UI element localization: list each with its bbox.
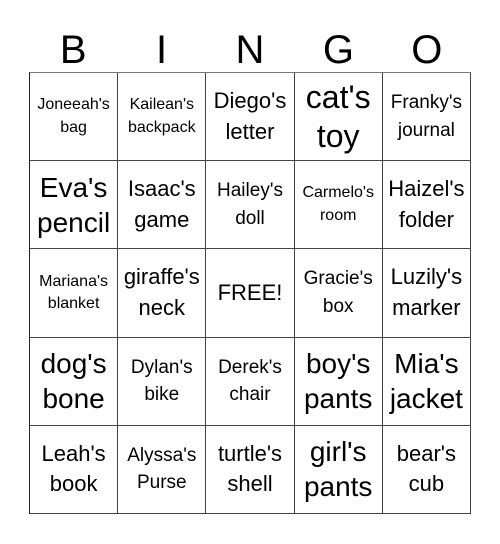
bingo-cell[interactable]: Diego's letter — [206, 73, 295, 162]
bingo-cell-label: turtle's shell — [217, 440, 283, 497]
bingo-cell-label: Diego's letter — [213, 87, 287, 144]
bingo-cell[interactable]: Carmelo's room — [294, 161, 383, 250]
header-letter-o: O — [411, 28, 443, 72]
bingo-cell-label: Leah's book — [41, 440, 106, 497]
bingo-cell[interactable]: giraffe's neck — [118, 249, 207, 338]
bingo-cell-label: girl's pants — [303, 436, 373, 503]
bingo-cell-label: bear's cub — [396, 440, 456, 497]
bingo-cell[interactable]: Luzily's marker — [382, 249, 471, 338]
bingo-cell-label: Mariana's blanket — [39, 272, 109, 312]
bingo-cell-label: Mia's jacket — [389, 348, 463, 415]
bingo-cell[interactable]: Franky's journal — [382, 73, 471, 162]
bingo-cell[interactable]: Derek's chair — [206, 337, 295, 426]
bingo-cell[interactable]: cat's toy — [294, 73, 383, 162]
header-letter-n: N — [235, 28, 265, 72]
bingo-cell[interactable]: Leah's book — [30, 425, 119, 514]
bingo-cell[interactable]: Mariana's blanket — [30, 249, 119, 338]
bingo-card-grid: Joneeah's bag Kailean's backpack Diego's l… — [29, 72, 471, 514]
bingo-cell[interactable]: Haizel's folder — [382, 161, 471, 250]
bingo-cell-label: Carmelo's room — [302, 184, 374, 224]
bingo-cell-label: Luzily's marker — [390, 264, 463, 320]
bingo-cell[interactable]: bear's cub — [382, 425, 471, 514]
bingo-cell-label: Joneeah's bag — [37, 96, 110, 136]
bingo-cell[interactable]: dog's bone — [30, 337, 119, 426]
bingo-cell-label: FREE! — [217, 279, 283, 305]
bingo-cell-label: boy's pants — [303, 348, 373, 415]
bingo-cell[interactable]: boy's pants — [294, 337, 383, 426]
bingo-cell[interactable]: Eva's pencil — [30, 161, 119, 250]
bingo-cell-label: Kailean's backpack — [127, 96, 196, 136]
bingo-cell[interactable]: Dylan's bike — [118, 337, 207, 426]
bingo-cell-label: Haizel's folder — [388, 175, 465, 232]
bingo-cell-label: Isaac's game — [127, 175, 196, 232]
bingo-cell-label: Eva's pencil — [37, 171, 111, 238]
bingo-cell[interactable]: turtle's shell — [206, 425, 295, 514]
bingo-cell-label: giraffe's neck — [123, 264, 200, 320]
bingo-cell-label: Alyssa's Purse — [127, 444, 197, 494]
bingo-cell-label: Hailey's doll — [217, 180, 283, 229]
bingo-cell[interactable]: Hailey's doll — [206, 161, 295, 250]
bingo-cell-label: Gracie's box — [303, 268, 373, 317]
bingo-cell[interactable]: Gracie's box — [294, 249, 383, 338]
bingo-cell-label: dog's bone — [40, 348, 107, 415]
bingo-cell-label: Derek's chair — [218, 356, 282, 406]
bingo-cell[interactable]: Mia's jacket — [382, 337, 471, 426]
bingo-cell-label: cat's toy — [305, 79, 371, 154]
bingo-cell-label: Franky's journal — [390, 92, 462, 141]
bingo-cell[interactable]: girl's pants — [294, 425, 383, 514]
bingo-header: B I N G O — [29, 28, 471, 72]
header-letter-g: G — [322, 28, 354, 72]
bingo-cell[interactable]: Joneeah's bag — [30, 73, 119, 162]
header-letter-i: I — [156, 28, 168, 72]
bingo-cell-label: Dylan's bike — [130, 356, 193, 406]
bingo-cell[interactable]: Kailean's backpack — [118, 73, 207, 162]
header-letter-b: B — [59, 28, 87, 72]
bingo-cell-free[interactable]: FREE! — [206, 249, 295, 338]
bingo-cell[interactable]: Isaac's game — [118, 161, 207, 250]
bingo-cell[interactable]: Alyssa's Purse — [118, 425, 207, 514]
